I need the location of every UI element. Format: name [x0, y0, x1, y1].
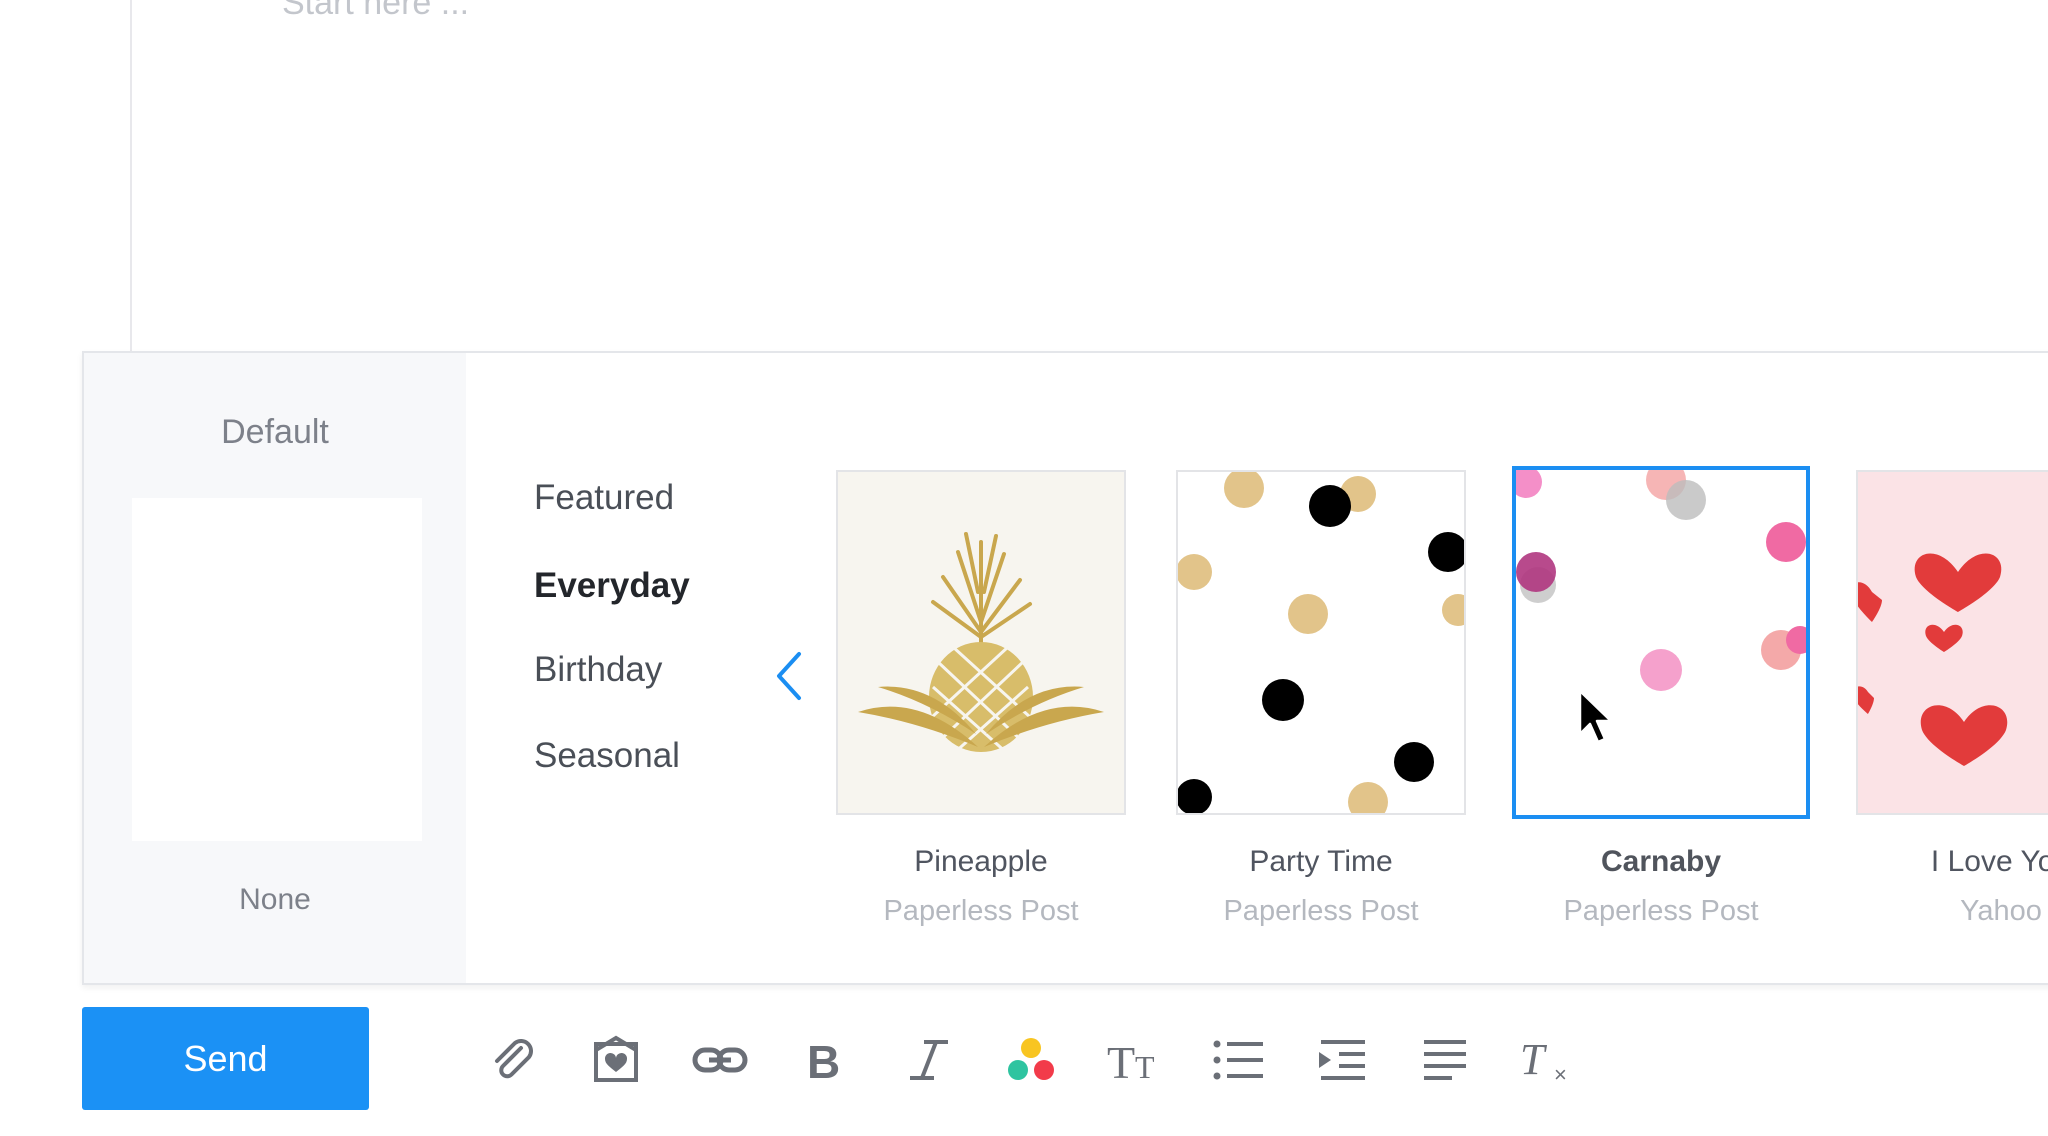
svg-text:B: B [807, 1036, 840, 1086]
card-maker: Yahoo [1960, 895, 2042, 927]
card-maker: Paperless Post [1223, 895, 1419, 927]
default-none-label: None [239, 883, 311, 916]
send-button[interactable]: Send [82, 1007, 369, 1110]
card-thumbnail [836, 470, 1126, 815]
confetti-illustration [1516, 470, 1806, 815]
card-thumbnail [1176, 470, 1466, 815]
paperclip-icon[interactable] [483, 1028, 543, 1092]
default-stationery-column: Default None [84, 353, 466, 983]
card-name: Carnaby [1600, 845, 1722, 878]
category-everyday[interactable]: Everyday [534, 566, 690, 606]
card-name: Party Time [1249, 845, 1393, 878]
font-size-icon[interactable]: TT [1105, 1028, 1165, 1092]
carousel-prev-arrow[interactable] [767, 646, 817, 706]
hearts-illustration [1858, 472, 2048, 813]
default-title: Default [221, 413, 329, 451]
color-icon[interactable] [1001, 1028, 1061, 1092]
polka-dot-illustration [1178, 472, 1464, 813]
indent-icon[interactable] [1312, 1028, 1372, 1092]
align-icon[interactable] [1415, 1028, 1475, 1092]
category-featured[interactable]: Featured [534, 478, 674, 518]
stationery-icon[interactable] [586, 1028, 646, 1092]
clear-formatting-icon[interactable]: T × [1518, 1028, 1578, 1092]
bulleted-list-icon[interactable] [1208, 1028, 1268, 1092]
card-thumbnail [1856, 470, 2048, 815]
svg-text:×: × [1554, 1062, 1567, 1086]
stationery-card-i-love-you[interactable]: I Love You Yahoo [1856, 470, 2048, 927]
message-body-placeholder[interactable]: Start here ... [282, 0, 469, 23]
card-name: I Love You [1930, 845, 2048, 878]
editor-left-border [130, 0, 132, 352]
bold-icon[interactable]: B [795, 1028, 855, 1092]
chevron-left-icon [777, 652, 801, 700]
stationery-card-carnaby[interactable]: Carnaby Paperless Post [1512, 466, 1810, 927]
pineapple-illustration [838, 472, 1124, 813]
category-seasonal[interactable]: Seasonal [534, 736, 680, 776]
stationery-panel: Default None Featured Everyday Birthday … [82, 351, 2048, 985]
stationery-card-party-time[interactable]: Party Time Paperless Post [1176, 470, 1466, 927]
italic-icon[interactable] [898, 1028, 958, 1092]
card-maker: Paperless Post [883, 895, 1079, 927]
card-thumbnail [1512, 466, 1810, 819]
svg-text:T: T [1520, 1035, 1548, 1084]
svg-text:T: T [1107, 1037, 1135, 1086]
link-icon[interactable] [690, 1028, 750, 1092]
stationery-card-pineapple[interactable]: Pineapple Paperless Post [836, 470, 1126, 927]
svg-text:T: T [1135, 1049, 1155, 1085]
card-name: Pineapple [914, 845, 1048, 878]
card-maker: Paperless Post [1563, 895, 1759, 927]
category-birthday[interactable]: Birthday [534, 650, 662, 690]
default-card-none[interactable] [132, 498, 422, 841]
